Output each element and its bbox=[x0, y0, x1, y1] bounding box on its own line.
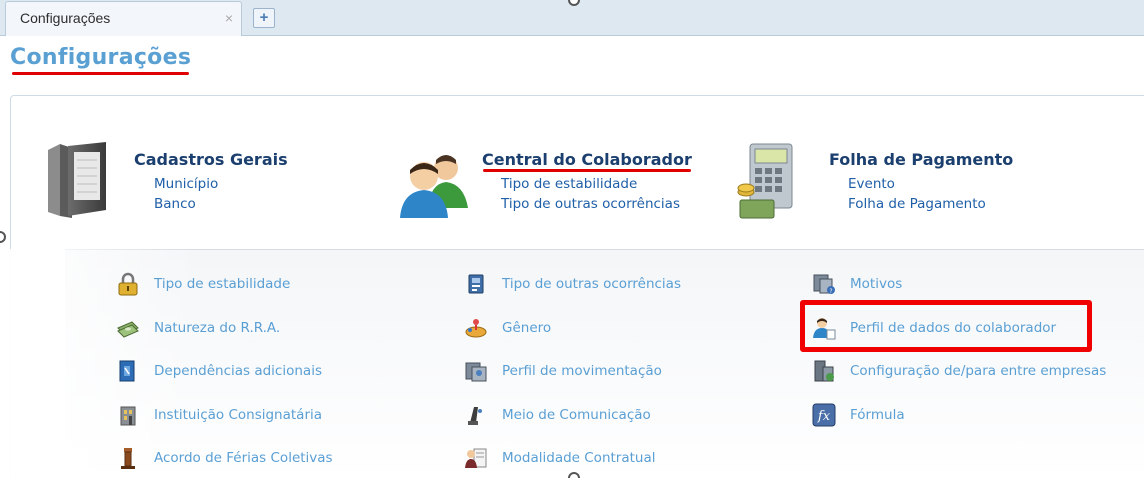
item-label: Tipo de estabilidade bbox=[154, 276, 291, 292]
title-annotation-underline bbox=[12, 72, 189, 75]
category-title[interactable]: Folha de Pagamento bbox=[829, 150, 1013, 169]
tab-label: Configurações bbox=[20, 10, 111, 26]
item-label: Instituição Consignatária bbox=[154, 407, 323, 423]
selection-handle-left bbox=[0, 231, 6, 243]
item-tipo-de-estabilidade[interactable]: Tipo de estabilidade bbox=[116, 272, 416, 296]
svg-text:fx: fx bbox=[817, 409, 831, 424]
link-banco[interactable]: Banco bbox=[154, 196, 196, 212]
item-label: Motivos bbox=[850, 276, 903, 292]
binders-icon bbox=[48, 142, 106, 218]
money-icon bbox=[117, 321, 139, 338]
item-label: Dependências adicionais bbox=[154, 363, 322, 379]
add-tab-button[interactable]: + bbox=[253, 8, 275, 28]
item-tipo-de-outras-ocorrencias[interactable]: Tipo de outras ocorrências bbox=[464, 272, 764, 296]
link-tipo-de-estabilidade[interactable]: Tipo de estabilidade bbox=[501, 176, 637, 192]
calculator-money-icon bbox=[737, 143, 793, 219]
item-acordo-de-ferias-coletivas[interactable]: Acordo de Férias Coletivas bbox=[116, 446, 416, 470]
selection-handle-bottom bbox=[568, 472, 580, 478]
category-title[interactable]: Cadastros Gerais bbox=[134, 150, 288, 169]
item-genero[interactable]: Gênero bbox=[464, 316, 764, 340]
gender-icon bbox=[465, 319, 487, 338]
svg-text:?: ? bbox=[829, 288, 832, 295]
companies-config-icon bbox=[814, 360, 834, 382]
item-label: Natureza do R.R.A. bbox=[154, 320, 281, 336]
item-label: Fórmula bbox=[850, 407, 905, 423]
link-folha-de-pagamento[interactable]: Folha de Pagamento bbox=[848, 196, 986, 212]
occurrence-icon bbox=[468, 274, 484, 294]
item-label: Acordo de Férias Coletivas bbox=[154, 450, 333, 466]
movement-profile-icon bbox=[465, 362, 487, 382]
item-label: Gênero bbox=[502, 320, 552, 336]
tab-configuracoes[interactable]: Configurações × bbox=[5, 1, 242, 36]
item-label: Perfil de movimentação bbox=[502, 363, 662, 379]
item-label: Configuração de/para entre empresas bbox=[850, 363, 1107, 379]
item-label: Modalidade Contratual bbox=[502, 450, 656, 466]
formula-icon: fx bbox=[812, 403, 836, 427]
item-modalidade-contratual[interactable]: Modalidade Contratual bbox=[464, 446, 764, 470]
category-title[interactable]: Central do Colaborador bbox=[482, 150, 692, 169]
item-natureza-do-rra[interactable]: Natureza do R.R.A. bbox=[116, 316, 416, 340]
annotation-highlight-box bbox=[800, 300, 1092, 352]
item-perfil-de-movimentacao[interactable]: Perfil de movimentação bbox=[464, 359, 764, 383]
link-tipo-de-outras-ocorrencias[interactable]: Tipo de outras ocorrências bbox=[501, 196, 680, 212]
item-dependencias-adicionais[interactable]: Dependências adicionais bbox=[116, 359, 416, 383]
item-meio-de-comunicacao[interactable]: Meio de Comunicação bbox=[464, 403, 764, 427]
motives-icon: ? bbox=[813, 274, 835, 295]
link-evento[interactable]: Evento bbox=[848, 176, 895, 192]
page-title: Configurações bbox=[10, 45, 192, 70]
item-motivos[interactable]: ? Motivos bbox=[812, 272, 1112, 296]
item-label: Tipo de outras ocorrências bbox=[502, 276, 681, 292]
item-formula[interactable]: fx Fórmula bbox=[812, 403, 1112, 427]
item-instituicao-consignataria[interactable]: Instituição Consignatária bbox=[116, 403, 416, 427]
lectern-icon bbox=[121, 448, 135, 469]
close-icon[interactable]: × bbox=[225, 10, 233, 26]
item-label: Meio de Comunicação bbox=[502, 407, 651, 423]
dependents-icon bbox=[119, 360, 135, 382]
padlock-icon bbox=[118, 272, 138, 296]
link-municipio[interactable]: Município bbox=[154, 176, 218, 192]
item-configuracao-de-para-entre-empresas[interactable]: Configuração de/para entre empresas bbox=[812, 359, 1122, 383]
annotation-underline bbox=[483, 169, 691, 172]
institution-icon bbox=[120, 406, 136, 426]
users-icon bbox=[400, 155, 468, 218]
contract-icon bbox=[465, 448, 487, 468]
communication-icon bbox=[468, 407, 482, 425]
